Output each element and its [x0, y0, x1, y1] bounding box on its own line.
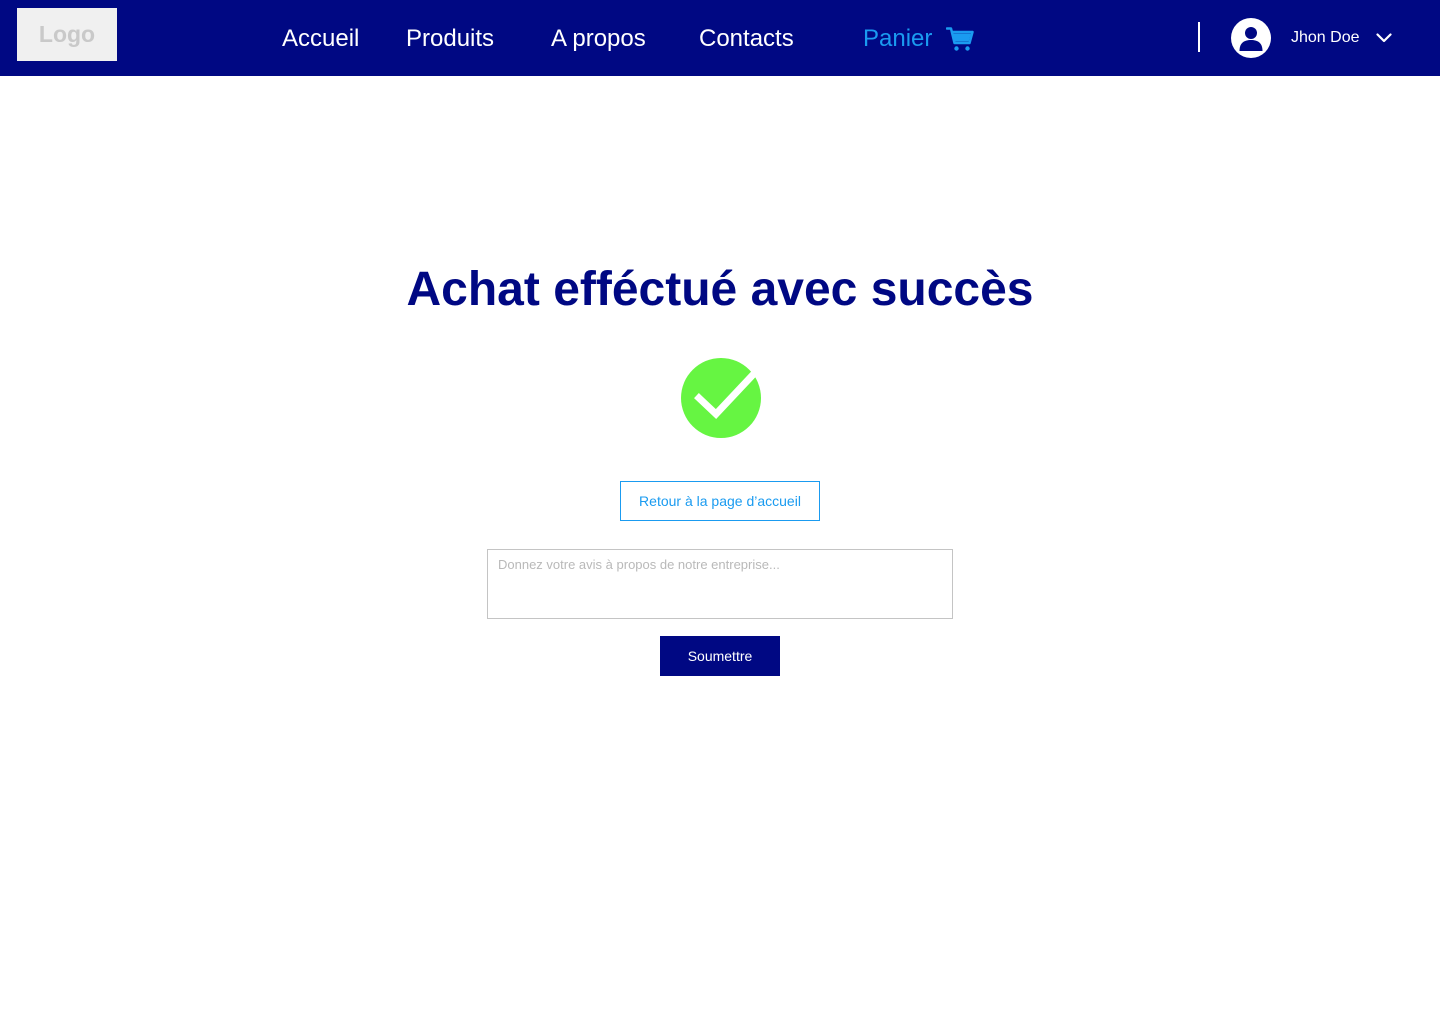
user-menu[interactable]: Jhon Doe — [1231, 18, 1392, 58]
check-circle-icon — [680, 357, 769, 444]
logo[interactable]: Logo — [17, 8, 117, 61]
nav-link-contacts[interactable]: Contacts — [699, 24, 794, 54]
nav-link-about[interactable]: A propos — [551, 24, 646, 54]
nav-divider — [1198, 22, 1200, 52]
submit-button[interactable]: Soumettre — [660, 636, 780, 676]
back-home-button[interactable]: Retour à la page d’accueil — [620, 481, 820, 521]
page-title: Achat efféctué avec succès — [406, 263, 1034, 316]
feedback-input[interactable] — [487, 549, 953, 619]
user-avatar-icon — [1231, 18, 1271, 58]
nav-link-products[interactable]: Produits — [406, 24, 494, 54]
shopping-cart-icon — [946, 26, 975, 52]
top-navbar: Logo Accueil Produits A propos Contacts … — [0, 0, 1440, 76]
nav-cart-label: Panier — [863, 25, 933, 52]
chevron-down-icon[interactable] — [1375, 33, 1392, 43]
nav-link-cart[interactable]: Panier — [863, 24, 975, 54]
user-name: Jhon Doe — [1291, 29, 1360, 46]
nav-link-home[interactable]: Accueil — [282, 24, 359, 54]
